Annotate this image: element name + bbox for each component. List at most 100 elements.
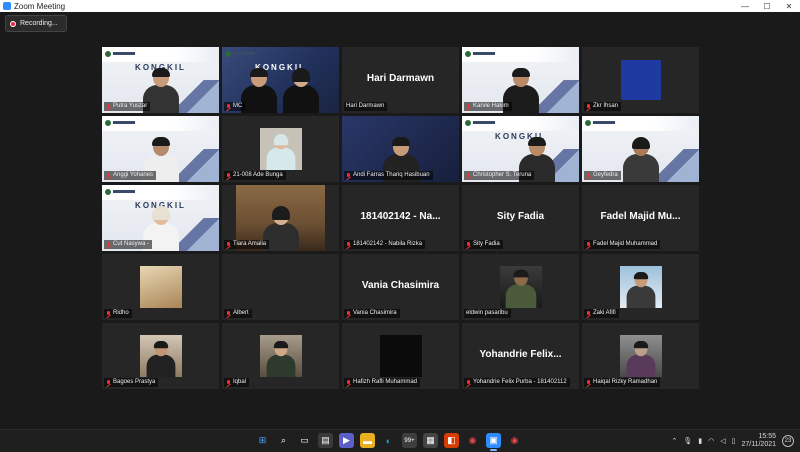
participant-tile[interactable]: Albert [222,254,339,320]
windows-start-icon[interactable]: ⊞ [255,433,270,448]
participant-tile[interactable]: Hafizh Rafli Muhammad [342,323,459,389]
participant-tile[interactable]: Vania Chasimira Vania Chasimira [342,254,459,320]
office-icon[interactable]: ◧ [444,433,459,448]
profile-picture [379,335,422,377]
participant-tile[interactable]: Bagoes Prastya [102,323,219,389]
logo-icon [105,50,135,57]
participant-tile[interactable]: Anggi Yohanes [102,116,219,182]
muted-mic-icon [586,172,591,179]
chrome-icon[interactable]: ◉ [465,433,480,448]
clock-time: 15:55 [758,433,776,440]
clock[interactable]: 15:55 27/11/2021 [741,433,776,449]
mail-icon[interactable]: 99+ [402,433,417,448]
chevron-up-icon[interactable]: ⌃ [672,437,678,445]
participant-tile[interactable]: Ridho [102,254,219,320]
participant-name: Fadel Majid Muhammad [584,240,661,249]
participant-tile[interactable]: eldwin pasaribu [462,254,579,320]
participant-tile[interactable]: Tiara Amalia [222,185,339,251]
microphone-icon[interactable]: 🎙 [683,437,692,445]
widgets-icon[interactable]: ▤ [318,433,333,448]
notification-badge[interactable]: 23 [782,435,794,447]
muted-mic-icon [106,310,111,317]
profile-picture [499,266,542,308]
logo-icon [465,119,495,126]
logo-icon [105,188,135,195]
participant-name: Christopher S. Teruna [464,171,535,180]
wifi-icon[interactable]: ◠ [708,437,714,445]
chat-icon[interactable]: ▶ [339,433,354,448]
zoom-taskbar-icon[interactable]: ▣ [486,433,501,451]
participant-tile[interactable]: Hari Darmawn Hari Darmawn [342,47,459,113]
participant-tile[interactable]: Iqbal [222,323,339,389]
profile-picture [139,335,182,377]
participant-tile-active-speaker[interactable]: KONGKIL MC [222,47,339,113]
muted-mic-icon [586,103,591,110]
participant-tile[interactable]: Zkr Ihsan [582,47,699,113]
store-icon[interactable]: ▦ [423,433,438,448]
participant-name: Vania Chasimira [344,309,400,318]
muted-mic-icon [106,172,111,179]
battery-icon[interactable]: ▮ [698,437,702,445]
system-tray: ⌃ 🎙 ▮ ◠ ◁ ▯ 15:55 27/11/2021 23 [672,433,794,449]
participant-name: Tiara Amalia [224,240,270,249]
participant-name: Haiqal Rizky Ramadhan [584,378,661,387]
edge-icon[interactable]: ◐ [381,433,396,448]
participant-tile[interactable]: Andi Farras Thariq Hasibuan [342,116,459,182]
participant-name: 181402142 - Nabila Rizka [344,240,426,249]
participant-tile[interactable]: KONGKIL Putra Yuszar [102,47,219,113]
muted-mic-icon [586,241,591,248]
file-explorer-icon[interactable]: ▬ [360,433,375,448]
participant-tile[interactable]: KONGKIL Christopher S. Teruna [462,116,579,182]
power-icon[interactable]: ▯ [732,437,736,445]
logo-icon [225,50,255,57]
recording-indicator[interactable]: Recording... [5,15,67,32]
record-icon [10,20,16,27]
muted-mic-icon [466,172,471,179]
participant-tile[interactable]: Geyfedra [582,116,699,182]
muted-mic-icon [106,379,111,386]
participant-name: Hari Darmawn [344,102,388,111]
participant-tile[interactable]: KONGKIL Cut Nasywa - [102,185,219,251]
profile-picture [259,128,302,170]
profile-picture [259,335,302,377]
participant-name: Albert [224,309,252,318]
participant-name: Cut Nasywa - [104,240,153,249]
minimize-button[interactable]: — [734,0,756,12]
participant-tile[interactable]: 21-008 Ade Bunga [222,116,339,182]
profile-picture [619,266,662,308]
maximize-button[interactable]: ☐ [756,0,778,12]
participant-name: Yohandrie Felix Purba - 181402112 [464,378,570,387]
participant-name: Andi Farras Thariq Hasibuan [344,171,433,180]
participant-name: Anggi Yohanes [104,171,157,180]
task-view-icon[interactable]: ▭ [297,433,312,448]
muted-mic-icon [226,172,231,179]
muted-mic-icon [226,379,231,386]
logo-icon [105,119,135,126]
chrome-profile-icon[interactable]: ◉ [507,433,522,448]
participant-tile[interactable]: Sity Fadia Sity Fadia [462,185,579,251]
muted-mic-icon [466,103,471,110]
muted-mic-icon [226,241,231,248]
volume-icon[interactable]: ◁ [720,437,725,445]
participant-center-name: Hari Darmawn [366,73,435,84]
muted-mic-icon [586,310,591,317]
participant-tile[interactable]: 181402142 - Na... 181402142 - Nabila Riz… [342,185,459,251]
participant-center-name: Sity Fadia [496,211,545,222]
muted-mic-icon [466,241,471,248]
logo-icon [465,50,495,57]
muted-mic-icon [226,103,231,110]
participant-tile[interactable]: Zaki Afifi [582,254,699,320]
participant-tile[interactable]: Yohandrie Felix... Yohandrie Felix Purba… [462,323,579,389]
muted-mic-icon [586,379,591,386]
participant-tile[interactable]: Karvie Hakim [462,47,579,113]
participant-tile[interactable]: Haiqal Rizky Ramadhan [582,323,699,389]
muted-mic-icon [346,310,351,317]
close-button[interactable]: ✕ [778,0,800,12]
muted-mic-icon [106,241,111,248]
participant-tile[interactable]: Fadel Majid Mu... Fadel Majid Muhammad [582,185,699,251]
participant-name: Ridho [104,309,132,318]
participant-name: Karvie Hakim [464,102,512,111]
participant-name: Geyfedra [584,171,621,180]
muted-mic-icon [346,172,351,179]
search-icon[interactable]: ⌕ [276,433,291,448]
